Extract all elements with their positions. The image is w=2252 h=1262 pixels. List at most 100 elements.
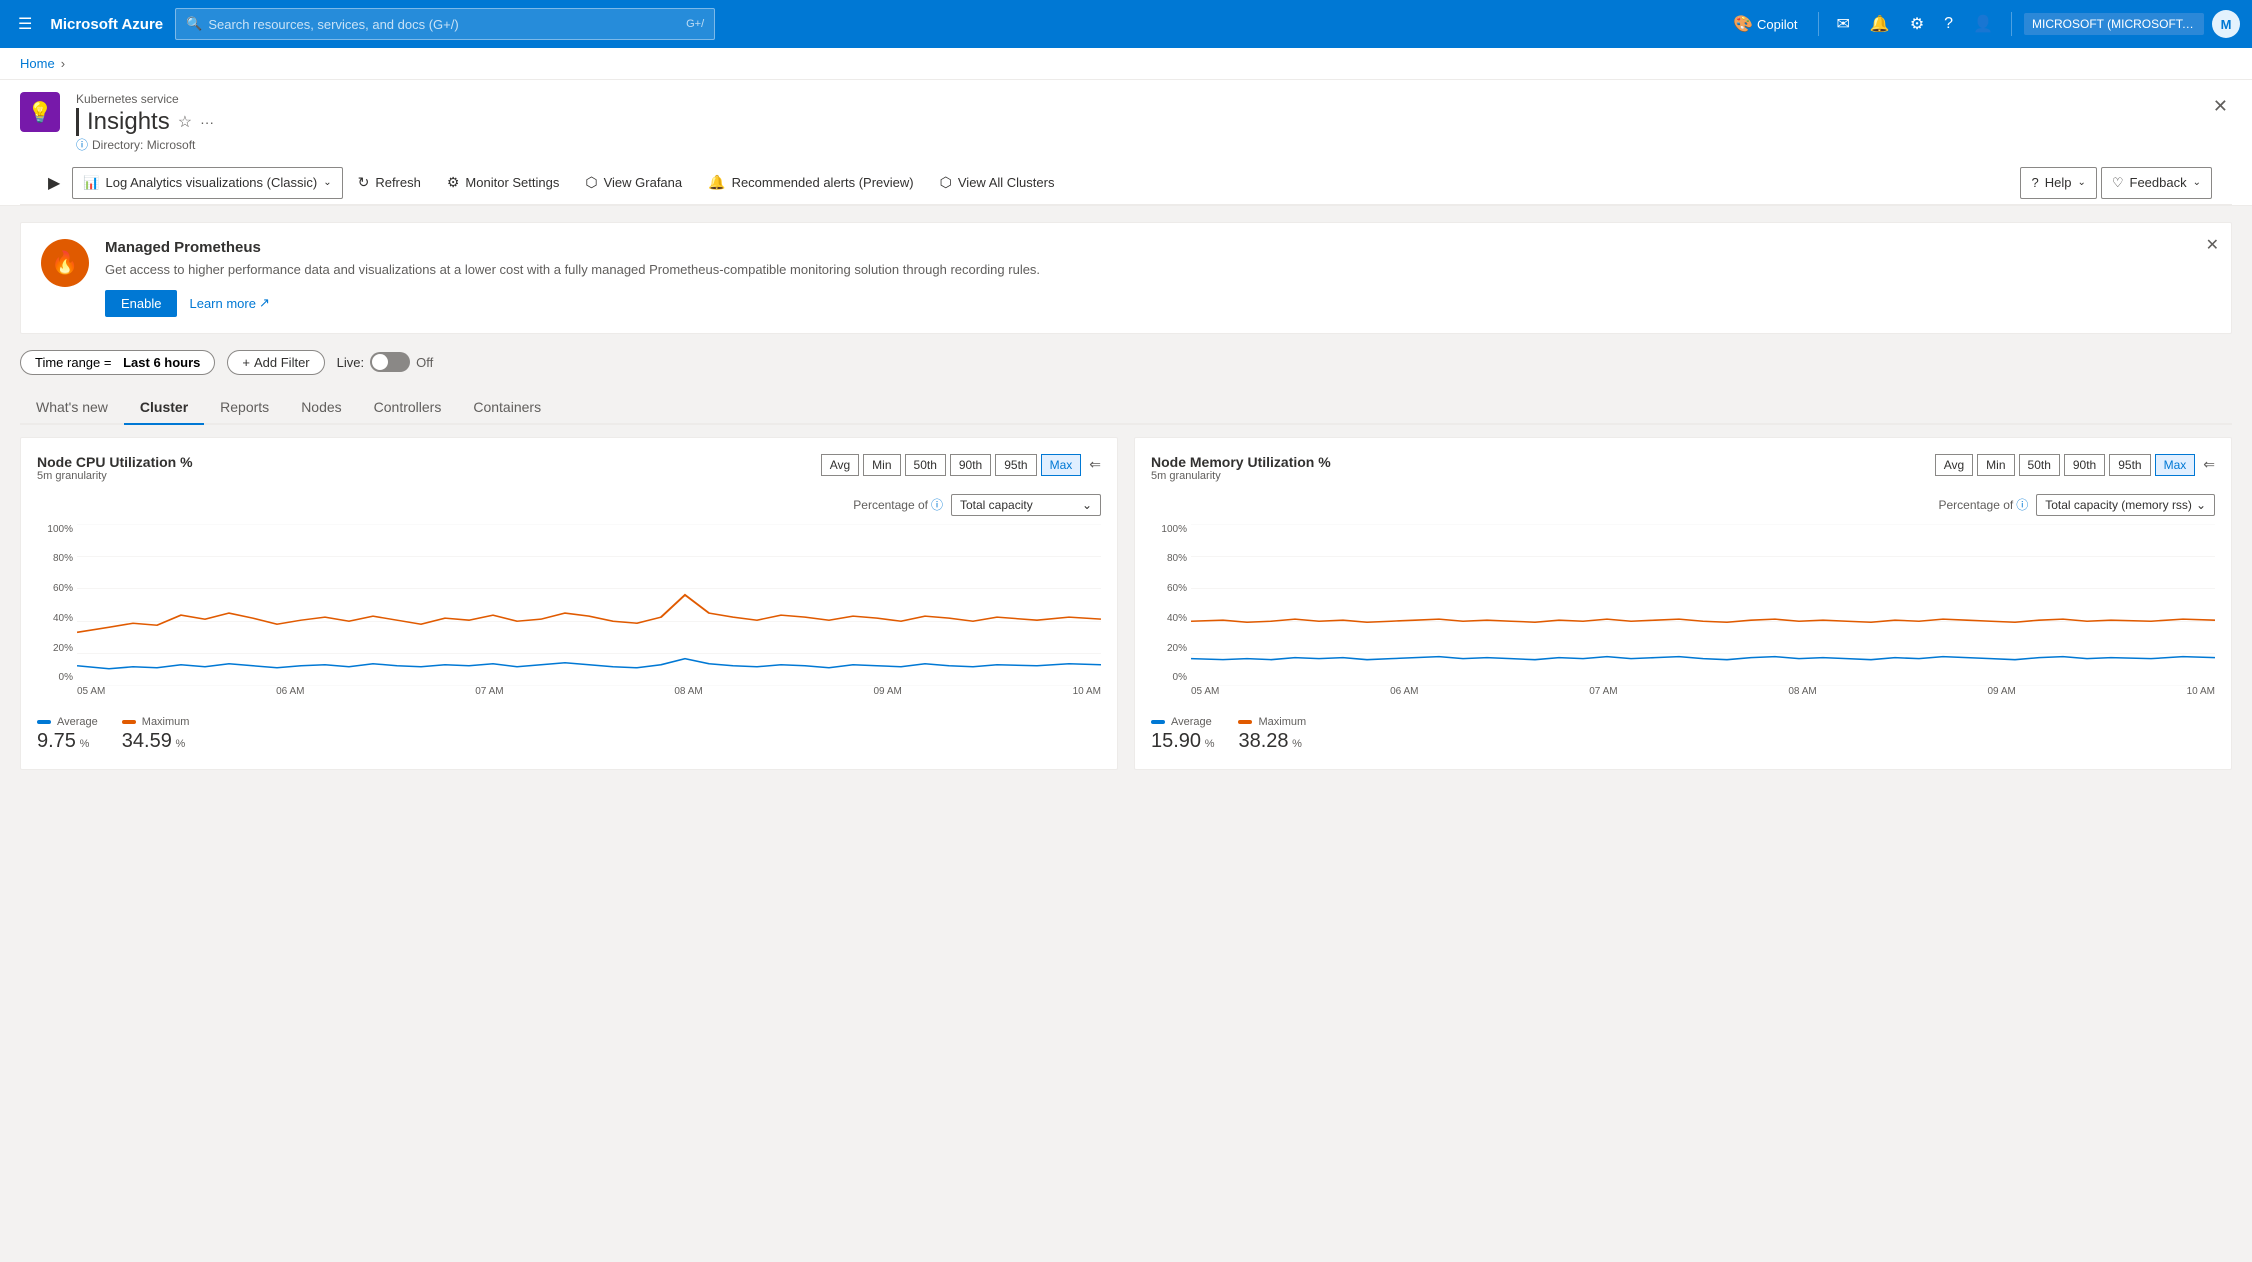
- help-chevron-icon: ⌄: [2077, 177, 2085, 188]
- cpu-info-icon: ⓘ: [931, 496, 943, 513]
- add-filter-button[interactable]: + Add Filter: [227, 350, 324, 375]
- breadcrumb: Home ›: [0, 48, 2252, 80]
- cpu-chart-area: 100% 80% 60% 40% 20% 0%: [37, 524, 1101, 704]
- live-section: Live: Off: [337, 352, 434, 372]
- search-icon: 🔍: [186, 16, 202, 32]
- feedback-icon-button[interactable]: 👤: [1967, 10, 1999, 38]
- page-subtitle: ⓘ Directory: Microsoft: [76, 136, 2193, 153]
- view-selector-button[interactable]: 📊 Log Analytics visualizations (Classic)…: [72, 167, 342, 199]
- banner-content: Managed Prometheus Get access to higher …: [105, 239, 2211, 317]
- learn-more-link[interactable]: Learn more ↗: [189, 295, 269, 311]
- memory-50th-btn[interactable]: 50th: [2019, 454, 2060, 476]
- external-link-icon: ↗: [259, 295, 270, 311]
- cpu-chart-title: Node CPU Utilization %: [37, 454, 193, 470]
- brand-logo: Microsoft Azure: [50, 16, 163, 33]
- info-icon: ⓘ: [76, 136, 88, 153]
- memory-max-legend: Maximum 38.28 %: [1238, 716, 1306, 753]
- feedback-chevron-icon: ⌄: [2193, 177, 2201, 188]
- search-input[interactable]: [208, 17, 686, 32]
- banner-actions: Enable Learn more ↗: [105, 290, 2211, 317]
- cpu-dropdown-chevron: ⌄: [1082, 498, 1092, 512]
- more-options-button[interactable]: ···: [200, 114, 214, 130]
- bell-icon: 🔔: [708, 174, 725, 191]
- cpu-legend: Average 9.75 % Maximum 34.59 %: [37, 716, 1101, 753]
- page-header: 💡 Kubernetes service Insights ☆ ··· ⓘ Di…: [0, 80, 2252, 206]
- favorite-star-button[interactable]: ☆: [178, 112, 192, 132]
- refresh-icon: ↻: [358, 174, 370, 191]
- close-page-button[interactable]: ✕: [2209, 92, 2232, 121]
- tabs-bar: What's new Cluster Reports Nodes Control…: [20, 391, 2232, 425]
- cpu-dropdown[interactable]: Total capacity ⌄: [951, 494, 1101, 516]
- cpu-x-labels: 05 AM 06 AM 07 AM 08 AM 09 AM 10 AM: [77, 686, 1101, 704]
- search-bar[interactable]: 🔍 G+/: [175, 8, 715, 40]
- prometheus-banner: 🔥 Managed Prometheus Get access to highe…: [20, 222, 2232, 334]
- memory-avg-btn[interactable]: Avg: [1935, 454, 1973, 476]
- tab-whats-new[interactable]: What's new: [20, 391, 124, 425]
- memory-chart-granularity: 5m granularity: [1151, 470, 1331, 482]
- hamburger-menu[interactable]: ☰: [12, 10, 38, 38]
- recommended-alerts-button[interactable]: 🔔 Recommended alerts (Preview): [697, 167, 925, 198]
- memory-legend: Average 15.90 % Maximum 38.28 %: [1151, 716, 2215, 753]
- memory-percentage-label: Percentage of ⓘ: [1939, 496, 2029, 513]
- cpu-chart-card: Node CPU Utilization % 5m granularity Av…: [20, 437, 1118, 770]
- banner-title: Managed Prometheus: [105, 239, 2211, 256]
- cpu-avg-btn[interactable]: Avg: [821, 454, 859, 476]
- help-dropdown-button[interactable]: ? Help ⌄: [2020, 167, 2096, 199]
- prometheus-icon: 🔥: [41, 239, 89, 287]
- user-account-button[interactable]: MICROSOFT (MICROSOFT.ONMI...: [2024, 13, 2204, 35]
- view-all-clusters-button[interactable]: ⬡ View All Clusters: [929, 167, 1066, 198]
- memory-max-btn[interactable]: Max: [2155, 454, 2196, 476]
- memory-dropdown[interactable]: Total capacity (memory rss) ⌄: [2036, 494, 2215, 516]
- cpu-90th-btn[interactable]: 90th: [950, 454, 991, 476]
- tab-controllers[interactable]: Controllers: [358, 391, 458, 425]
- cpu-max-btn[interactable]: Max: [1041, 454, 1082, 476]
- banner-close-button[interactable]: ✕: [2206, 235, 2219, 255]
- memory-x-labels: 05 AM 06 AM 07 AM 08 AM 09 AM 10 AM: [1191, 686, 2215, 704]
- memory-chart-area: 100% 80% 60% 40% 20% 0%: [1151, 524, 2215, 704]
- feedback-dropdown-button[interactable]: ♡ Feedback ⌄: [2101, 167, 2212, 199]
- page-title: Insights ☆ ···: [76, 108, 2193, 136]
- sidebar-toggle-button[interactable]: ▶: [40, 169, 68, 197]
- live-toggle[interactable]: [370, 352, 410, 372]
- memory-dropdown-chevron: ⌄: [2196, 498, 2206, 512]
- cpu-avg-legend: Average 9.75 %: [37, 716, 98, 753]
- cpu-pin-button[interactable]: ⇐: [1089, 456, 1101, 473]
- monitor-settings-button[interactable]: ⚙ Monitor Settings: [436, 167, 571, 198]
- chevron-down-icon: ⌄: [323, 177, 331, 188]
- cpu-filter-row: Percentage of ⓘ Total capacity ⌄: [37, 494, 1101, 516]
- time-range-filter-button[interactable]: Time range = Last 6 hours: [20, 350, 215, 375]
- help-icon-button[interactable]: ?: [1938, 11, 1959, 37]
- enable-button[interactable]: Enable: [105, 290, 177, 317]
- memory-info-icon: ⓘ: [2016, 496, 2028, 513]
- cpu-95th-btn[interactable]: 95th: [995, 454, 1036, 476]
- cpu-percentage-label: Percentage of ⓘ: [853, 496, 943, 513]
- refresh-button[interactable]: ↻ Refresh: [347, 167, 432, 198]
- resource-icon: 💡: [20, 92, 60, 132]
- cpu-max-legend: Maximum 34.59 %: [122, 716, 190, 753]
- breadcrumb-separator: ›: [61, 56, 65, 71]
- tab-reports[interactable]: Reports: [204, 391, 285, 425]
- memory-chart-svg: [1191, 524, 2215, 686]
- cpu-metric-buttons: Avg Min 50th 90th 95th Max ⇐: [821, 454, 1101, 476]
- breadcrumb-home[interactable]: Home: [20, 56, 55, 71]
- copilot-button[interactable]: 🎨 Copilot: [1725, 10, 1805, 38]
- cpu-chart-svg: [77, 524, 1101, 686]
- settings-icon-button[interactable]: ⚙: [1904, 10, 1930, 38]
- memory-min-btn[interactable]: Min: [1977, 454, 2014, 476]
- memory-95th-btn[interactable]: 95th: [2109, 454, 2150, 476]
- main-content: 🔥 Managed Prometheus Get access to highe…: [0, 206, 2252, 1262]
- view-grafana-button[interactable]: ⬡ View Grafana: [574, 167, 693, 198]
- memory-avg-legend: Average 15.90 %: [1151, 716, 1214, 753]
- cpu-min-btn[interactable]: Min: [863, 454, 900, 476]
- notifications-icon-button[interactable]: 🔔: [1864, 10, 1896, 38]
- tab-containers[interactable]: Containers: [457, 391, 557, 425]
- page-title-area: Kubernetes service Insights ☆ ··· ⓘ Dire…: [76, 92, 2193, 153]
- mail-icon-button[interactable]: ✉: [1831, 10, 1856, 38]
- memory-90th-btn[interactable]: 90th: [2064, 454, 2105, 476]
- tab-nodes[interactable]: Nodes: [285, 391, 357, 425]
- grafana-icon: ⬡: [585, 174, 597, 191]
- memory-pin-button[interactable]: ⇐: [2203, 456, 2215, 473]
- memory-chart-card: Node Memory Utilization % 5m granularity…: [1134, 437, 2232, 770]
- tab-cluster[interactable]: Cluster: [124, 391, 204, 425]
- cpu-50th-btn[interactable]: 50th: [905, 454, 946, 476]
